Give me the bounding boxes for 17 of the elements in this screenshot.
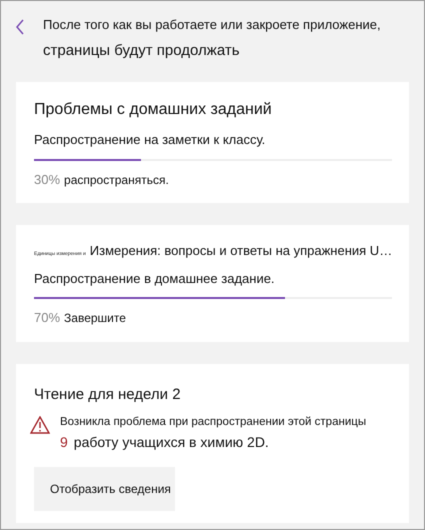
header-text: страницы будут продолжать	[43, 41, 241, 61]
progress-reading: Завершите	[64, 310, 126, 327]
status-text: Распространение на заметки к классу.	[34, 131, 266, 149]
back-icon[interactable]	[15, 19, 25, 35]
warning-icon	[30, 416, 50, 434]
header-text: После того как вы работаете или закроете приложение,	[43, 16, 381, 34]
percent-text: 30%	[34, 170, 60, 188]
status-text: Распространение в домашнее задание.	[34, 270, 276, 288]
card-title: Проблемы с домашних заданий	[34, 100, 272, 120]
error-count: 9	[60, 433, 68, 452]
card-title: Измерения: вопросы и ответы на упражнения U…	[90, 242, 392, 260]
details-button[interactable]: Отобразить сведения	[34, 467, 175, 511]
error-message: работу учащихся в химию 2D.	[74, 433, 269, 452]
error-message: Возникла проблема при распространении этой страницы	[60, 415, 366, 430]
percent-text: 70%	[34, 309, 60, 327]
progress-reading: распространяться.	[64, 172, 169, 188]
card-title: Чтение для недели 2	[34, 384, 182, 404]
